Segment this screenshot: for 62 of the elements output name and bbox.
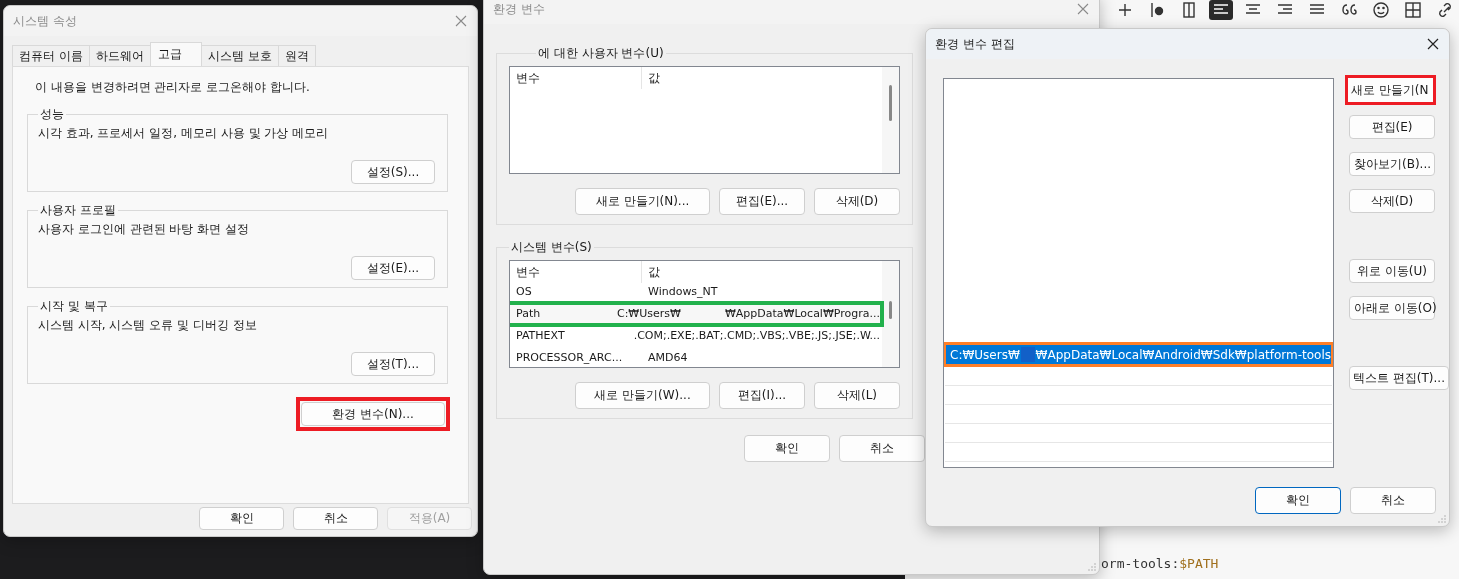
redaction-block: [1020, 347, 1035, 362]
side-button[interactable]: 삭제(D): [1349, 189, 1435, 213]
path-text: ₩AppData₩Local₩Android₩Sdk₩platform-tools: [1035, 347, 1331, 362]
variable-value: C:₩Users₩: [616, 307, 681, 321]
tab[interactable]: 원격: [277, 45, 316, 66]
group-description: 시각 효과, 프로세서 일정, 메모리 사용 및 가상 메모리: [38, 125, 330, 142]
group-title: 성능: [39, 106, 65, 123]
resize-grip-icon[interactable]: [1088, 563, 1096, 571]
column-header[interactable]: 변수: [510, 67, 642, 89]
group-title: 시스템 변수(S): [510, 239, 593, 256]
list-button[interactable]: 새로 만들기(W)...: [575, 382, 710, 409]
dialog-button[interactable]: 취소: [1350, 487, 1436, 514]
group-title: 사용자 프로필: [39, 202, 117, 219]
side-button[interactable]: 텍스트 편집(T)...: [1349, 366, 1449, 390]
list-button[interactable]: 편집(I)...: [719, 382, 805, 409]
variable-value: Windows_NT: [648, 285, 718, 299]
settings-button[interactable]: 설정(S)...: [351, 160, 435, 184]
dialog-button[interactable]: 확인: [744, 435, 830, 462]
variable-value: AMD64: [648, 351, 688, 365]
notice-text: 이 내용을 변경하려면 관리자로 로그온해야 합니다.: [35, 79, 311, 96]
scrollbar[interactable]: [882, 67, 899, 173]
group-title: 에 대한 사용자 변수(U): [537, 45, 665, 62]
close-icon[interactable]: [1427, 38, 1439, 50]
path-entry[interactable]: C:₩Users₩ ₩AppData₩Local₩Android₩Sdk₩platform-tools: [946, 345, 1331, 364]
dialog-button[interactable]: 확인: [1255, 487, 1341, 514]
group-description: 시스템 시작, 시스템 오류 및 디버깅 정보: [38, 317, 258, 334]
settings-button[interactable]: 설정(E)...: [351, 256, 435, 280]
dialog-button[interactable]: 취소: [839, 435, 925, 462]
column-header[interactable]: 값: [642, 263, 660, 281]
window-title: 시스템 속성: [13, 12, 77, 30]
environment-variables-button[interactable]: 환경 변수(N)...: [301, 402, 445, 426]
column-header[interactable]: 변수: [510, 261, 642, 283]
list-button[interactable]: 새로 만들기(N)...: [575, 188, 710, 215]
list-button[interactable]: 삭제(D): [814, 188, 900, 215]
variable-name: OS: [515, 285, 533, 299]
list-button[interactable]: 편집(E)...: [719, 188, 805, 215]
side-button[interactable]: 아래로 이동(O): [1349, 296, 1435, 320]
column-header[interactable]: 값: [642, 69, 660, 87]
dialog-button[interactable]: 확인: [199, 507, 284, 530]
side-button[interactable]: 위로 이동(U): [1349, 259, 1435, 283]
dialog-button[interactable]: 취소: [293, 507, 378, 530]
tab[interactable]: 컴퓨터 이름: [12, 45, 90, 66]
list-button[interactable]: 삭제(L): [814, 382, 900, 409]
path-text: C:₩Users₩: [950, 347, 1020, 362]
group-description: 사용자 로그인에 관련된 바탕 화면 설정: [38, 221, 251, 238]
resize-grip-icon[interactable]: [1438, 515, 1446, 523]
variable-name: Path: [515, 307, 542, 321]
tab[interactable]: 고급: [149, 42, 202, 66]
variable-value: .COM;.EXE;.BAT;.CMD;.VBS;.VBE;.JS;.JSE;.W...: [633, 329, 880, 343]
side-button[interactable]: 편집(E): [1349, 115, 1435, 139]
window-title: 환경 변수 편집: [935, 35, 1015, 53]
variable-name: PROCESSOR_ARC...: [515, 351, 624, 365]
group-title: 시작 및 복구: [39, 298, 109, 315]
variable-name: PATHEXT: [515, 329, 566, 343]
scrollbar[interactable]: [882, 261, 899, 367]
align-left-icon[interactable]: [1209, 0, 1233, 20]
code-line: orm-tools:$PATH: [1101, 556, 1219, 571]
new-button[interactable]: 새로 만들기(N: [1348, 78, 1433, 102]
variable-value: ₩AppData₩Local₩Progra...: [724, 307, 880, 321]
side-button[interactable]: 찾아보기(B)...: [1349, 152, 1435, 176]
settings-button[interactable]: 설정(T)...: [351, 352, 435, 376]
window-title: 환경 변수: [493, 0, 545, 18]
